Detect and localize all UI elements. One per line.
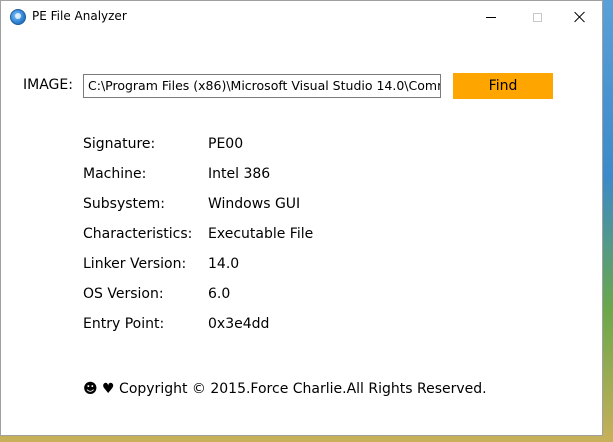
copyright-footer: ☻ ♥ Copyright © 2015.Force Charlie.All R… [83, 381, 487, 397]
find-button[interactable]: Find [453, 73, 553, 99]
image-label: IMAGE: [23, 77, 73, 93]
subsystem-value: Windows GUI [208, 196, 301, 212]
window-title: PE File Analyzer [32, 9, 127, 23]
linker-version-label: Linker Version: [83, 256, 187, 272]
info-row-entry-point: Entry Point: 0x3e4dd [1, 316, 602, 336]
info-row-linker-version: Linker Version: 14.0 [1, 256, 602, 276]
entry-point-label: Entry Point: [83, 316, 165, 332]
title-bar[interactable]: PE File Analyzer [1, 1, 602, 33]
maximize-icon [532, 12, 542, 22]
machine-label: Machine: [83, 166, 147, 182]
minimize-button[interactable] [468, 1, 514, 33]
close-button[interactable] [557, 1, 603, 33]
subsystem-label: Subsystem: [83, 196, 165, 212]
info-row-subsystem: Subsystem: Windows GUI [1, 196, 602, 216]
characteristics-label: Characteristics: [83, 226, 193, 242]
close-icon [574, 11, 586, 23]
main-window: PE File Analyzer IMAGE: C:\Program Files… [0, 0, 603, 436]
info-row-characteristics: Characteristics: Executable File [1, 226, 602, 246]
machine-value: Intel 386 [208, 166, 271, 182]
entry-point-value: 0x3e4dd [208, 316, 270, 332]
os-version-label: OS Version: [83, 286, 164, 302]
minimize-icon [486, 16, 496, 18]
info-row-os-version: OS Version: 6.0 [1, 286, 602, 306]
app-globe-icon [10, 9, 26, 25]
signature-value: PE00 [208, 136, 244, 152]
info-row-machine: Machine: Intel 386 [1, 166, 602, 186]
maximize-button [514, 1, 560, 33]
linker-version-value: 14.0 [208, 256, 240, 272]
info-row-signature: Signature: PE00 [1, 136, 602, 156]
os-version-value: 6.0 [208, 286, 231, 302]
characteristics-value: Executable File [208, 226, 314, 242]
signature-label: Signature: [83, 136, 156, 152]
image-path-input[interactable]: C:\Program Files (x86)\Microsoft Visual … [83, 74, 441, 98]
